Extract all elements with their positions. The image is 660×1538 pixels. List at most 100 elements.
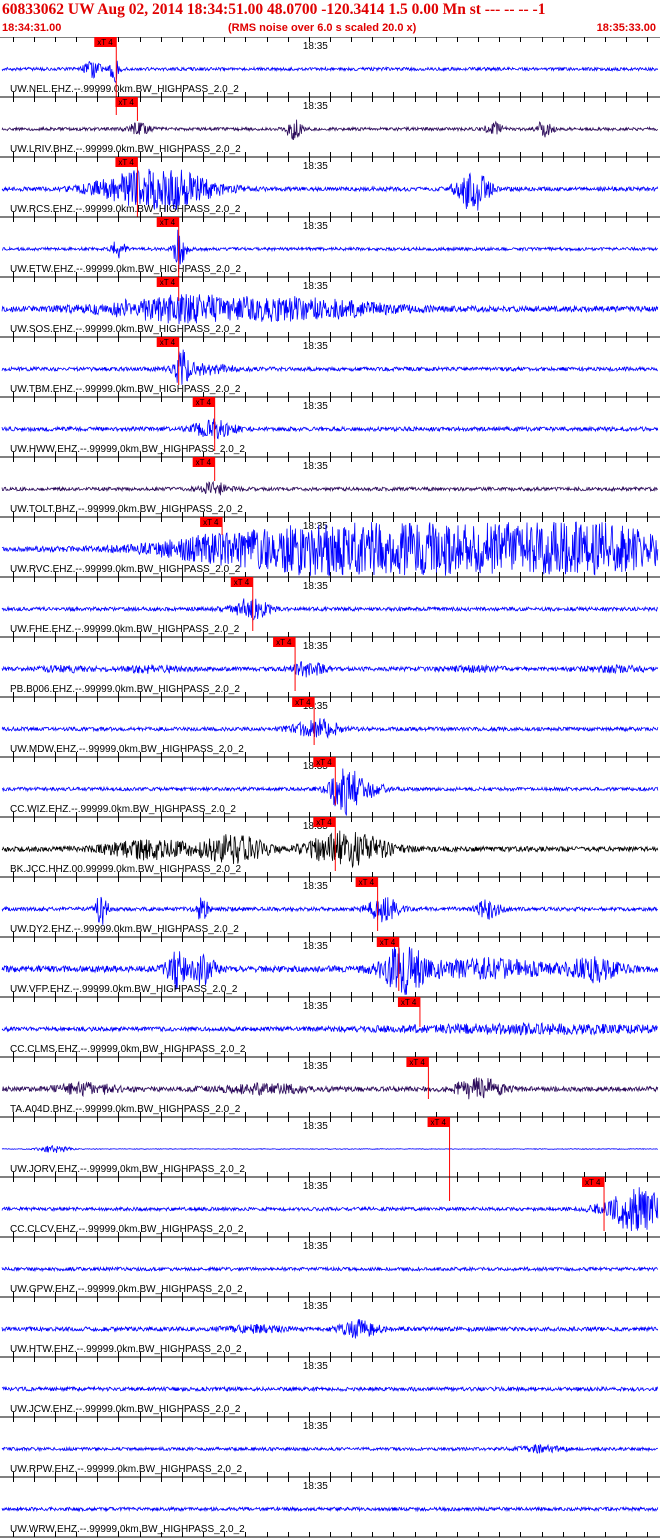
center-tick-label: 18:35: [303, 521, 328, 532]
station-label: UW.DY2.EHZ.--.99999.0km.BW_HIGHPASS_2.0_…: [10, 924, 239, 935]
pick-label: xT 4: [160, 338, 176, 347]
pick-label: xT 4: [196, 458, 212, 467]
waveform-trace: [1, 1443, 659, 1454]
pick-label: xT 4: [316, 818, 332, 827]
waveform-trace: [1, 480, 659, 496]
center-tick-label: 18:35: [303, 1361, 328, 1372]
center-tick-label: 18:35: [303, 1121, 328, 1132]
pick-label: xT 4: [118, 158, 134, 167]
station-label: UW.TBM.EHZ.--.99999.0km.BW_HIGHPASS_2.0_…: [10, 384, 241, 395]
trace-panel: 18:35 UW.JCW.EHZ.--.99999.0km.BW_HIGHPASS…: [0, 1356, 660, 1417]
waveform-trace: [1, 896, 658, 925]
center-tick-label: 18:35: [303, 341, 328, 352]
pick-label: xT 4: [359, 878, 375, 887]
station-label: UW.HWW.EHZ.--.99999.0km.BW_HIGHPASS_2.0_…: [10, 444, 245, 455]
waveform-trace: [1, 1145, 658, 1153]
station-label: UW.GPW.EHZ.--.99999.0km.BW_HIGHPASS_2.0_…: [10, 1284, 243, 1295]
pick-marker: xT 4: [427, 1117, 451, 1201]
trace-panel: 18:35 UW.TOLT.BHZ.--.99999.0km.BW_HIGHPAS…: [0, 456, 660, 517]
station-label: UW.MDW.EHZ.--.99999.0km.BW_HIGHPASS_2.0_…: [10, 744, 244, 755]
trace-panel: 18:35 UW.HWW.EHZ.--.99999.0km.BW_HIGHPASS…: [0, 396, 660, 457]
pick-marker: xT 4: [397, 997, 421, 1027]
waveform-trace: [1, 418, 659, 440]
waveform-trace: [2, 1077, 659, 1100]
station-label: UW.HTW.EHZ.--.99999.0km.BW_HIGHPASS_2.0_…: [10, 1344, 242, 1355]
waveform-trace: [1, 661, 659, 678]
waveform-trace: [1, 119, 659, 141]
waveform-trace: [1, 294, 659, 325]
station-label: TA.A04D.BHZ.--.99999.0km.BW_HIGHPASS_2.0…: [10, 1104, 241, 1115]
trace-panel: 18:35 UW.WRW.EHZ.--.99999.0km.BW_HIGHPASS…: [0, 1476, 660, 1537]
pick-marker: xT 4: [273, 637, 296, 691]
waveform-trace: [1, 1319, 659, 1339]
pick-label: xT 4: [431, 1118, 447, 1127]
station-label: UW.JCW.EHZ.--.99999.0km.BW_HIGHPASS_2.0_…: [10, 1404, 241, 1415]
center-tick-label: 18:35: [303, 1241, 328, 1252]
trace-panel: 18:35UW.MDW.EHZ.--.99999.0km.BW_HIGHPASS…: [0, 696, 660, 757]
pick-label: xT 4: [196, 398, 212, 407]
trace-panel: 18:35 UW.DY2.EHZ.--.99999.0km.BW_HIGHPASS…: [0, 876, 660, 937]
pick-label: xT 4: [97, 38, 113, 47]
waveform-trace: [1, 1385, 659, 1393]
trace-panel: 18:35 UW.ETW.EHZ.--.99999.0km.BW_HIGHPASS…: [0, 216, 660, 277]
plot-header: 60833062 UW Aug 02, 2014 18:34:51.00 48.…: [0, 0, 660, 37]
pick-label: xT 4: [118, 98, 134, 107]
pick-label: xT 4: [295, 698, 311, 707]
trace-panel: 18:35 PB.B006.EHZ.--.99999.0km.BW_HIGHPAS…: [0, 636, 660, 697]
trace-panel: 18:35 UW.JORV.EHZ.--.99999.0km.BW_HIGHPAS…: [0, 1116, 660, 1201]
station-label: UW.WRW.EHZ.--.99999.0km.BW_HIGHPASS_2.0_…: [10, 1524, 245, 1535]
station-label: BK.JCC.HHZ.00.99999.0km.BW_HIGHPASS_2.0_…: [10, 864, 241, 875]
pick-marker: xT 4: [115, 97, 138, 121]
pick-marker: xT 4: [156, 277, 180, 301]
pick-marker: xT 4: [192, 457, 216, 481]
waveform-trace: [1, 1505, 659, 1513]
station-label: UW.VFP.EHZ.--.99999.0km.BW_HIGHPASS_2.0_…: [10, 984, 238, 995]
station-label: CC.WIZ.EHZ.--.99999.0km.BW_HIGHPASS_2.0_…: [10, 804, 236, 815]
pick-label: xT 4: [160, 218, 176, 227]
center-tick-label: 18:35: [303, 581, 328, 592]
center-tick-label: 18:35: [303, 221, 328, 232]
station-label: CC.CLMS.EHZ.--.99999.0km.BW_HIGHPASS_2.0…: [10, 1044, 246, 1055]
noise-note: (RMS noise over 6.0 s scaled 20.0 x): [228, 22, 417, 34]
center-tick-label: 18:35: [303, 1001, 328, 1012]
center-tick-label: 18:35: [303, 1481, 328, 1492]
waveform-trace: [1, 598, 659, 622]
center-tick-label: 18:35: [303, 1061, 328, 1072]
center-tick-label: 18:35: [303, 881, 328, 892]
seismogram-plot: 18:35 UW.NEL.EHZ.--.99999.0km.BW_HIGHPASS…: [0, 37, 660, 1538]
pick-marker: xT 4: [156, 337, 180, 385]
trace-panel: 18:35 CC.CLMS.EHZ.--.99999.0km.BW_HIGHPAS…: [0, 996, 660, 1057]
trace-panel: 18:35 UW.NEL.EHZ.--.99999.0km.BW_HIGHPASS…: [0, 37, 660, 115]
trace-panel: 18:35CC.WIZ.EHZ.--.99999.0km.BW_HIGHPASS…: [0, 756, 660, 817]
station-label: UW.FHE.EHZ.--.99999.0km.BW_HIGHPASS_2.0_…: [10, 624, 240, 635]
trace-panel: 18:35 TA.A04D.BHZ.--.99999.0km.BW_HIGHPAS…: [0, 1056, 660, 1117]
center-tick-label: 18:35: [303, 641, 328, 652]
center-tick-label: 18:35: [303, 461, 328, 472]
trace-panel: 18:35 UW.GPW.EHZ.--.99999.0km.BW_HIGHPASS…: [0, 1236, 660, 1297]
trace-panel: 18:35 UW.VFP.EHZ.--.99999.0km.BW_HIGHPASS…: [0, 936, 660, 997]
waveform-trace: [1, 1021, 658, 1036]
pick-label: xT 4: [276, 638, 292, 647]
pick-label: xT 4: [401, 998, 417, 1007]
trace-panel: 18:35 UW.HTW.EHZ.--.99999.0km.BW_HIGHPASS…: [0, 1296, 660, 1357]
waveform-trace: [1, 1265, 659, 1273]
trace-panel: 18:35 UW.RVC.EHZ.--.99999.0km.BW_HIGHPASS…: [0, 516, 660, 577]
waveform-trace: [1, 830, 659, 869]
center-tick-label: 18:35: [303, 41, 328, 52]
station-label: UW.SOS.EHZ.--.99999.0km.BW_HIGHPASS_2.0_…: [10, 324, 241, 335]
pick-marker: xT 4: [582, 1177, 605, 1231]
trace-panel: 18:35 UW.TBM.EHZ.--.99999.0km.BW_HIGHPASS…: [0, 336, 660, 397]
station-label: UW.JORV.EHZ.--.99999.0km.BW_HIGHPASS_2.0…: [10, 1164, 245, 1175]
station-label: CC.CLCV.EHZ.--.99999.0km.BW_HIGHPASS_2.0…: [10, 1224, 244, 1235]
pick-label: xT 4: [203, 518, 219, 527]
pick-marker: xT 4: [355, 877, 379, 931]
pick-label: xT 4: [316, 758, 332, 767]
center-tick-label: 18:35: [303, 1301, 328, 1312]
trace-panel: 18:35 UW.RPW.EHZ.--.99999.0km.BW_HIGHPASS…: [0, 1416, 660, 1477]
center-tick-label: 18:35: [303, 941, 328, 952]
pick-marker: xT 4: [230, 577, 254, 631]
event-title: 60833062 UW Aug 02, 2014 18:34:51.00 48.…: [2, 1, 546, 18]
waveform-trace: [2, 229, 658, 269]
end-time: 18:35:33.00: [596, 22, 656, 34]
trace-panel: 18:35 UW.FHE.EHZ.--.99999.0km.BW_HIGHPASS…: [0, 576, 660, 637]
